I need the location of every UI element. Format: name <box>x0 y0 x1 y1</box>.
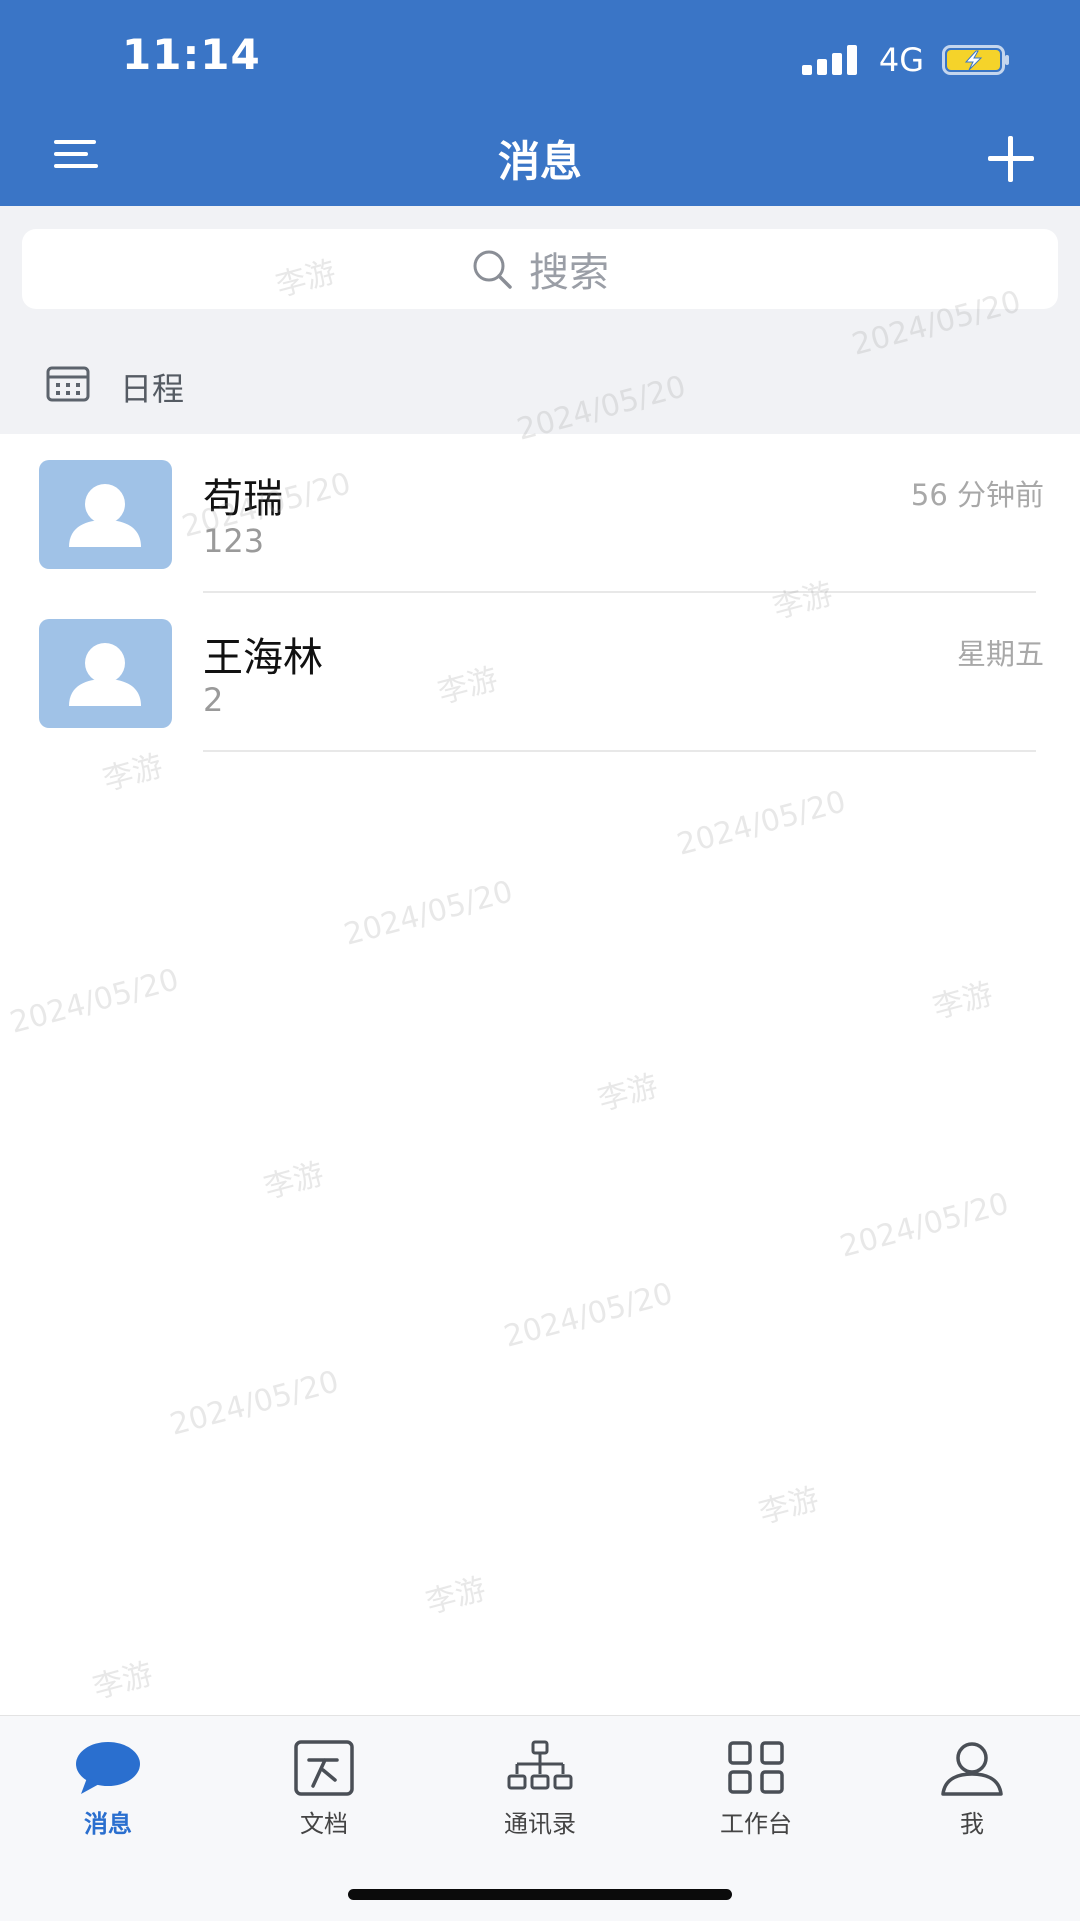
grid-icon <box>728 1741 784 1794</box>
chat-time: 56 分钟前 <box>910 478 1044 512</box>
chat-name: 王海林 <box>203 635 323 681</box>
watermark-date: 2024/05/20 <box>673 784 850 863</box>
tab-label: 文档 <box>300 1810 348 1838</box>
chat-list-item[interactable]: 苟瑞 123 56 分钟前 <box>0 434 1080 593</box>
watermark-date: 2024/05/20 <box>6 962 183 1041</box>
calendar-icon <box>46 366 90 402</box>
chat-preview: 123 <box>203 522 265 560</box>
tab-label: 工作台 <box>720 1810 792 1838</box>
search-placeholder: 搜索 <box>529 250 609 296</box>
add-icon[interactable] <box>984 132 1038 186</box>
tab-me[interactable]: 我 <box>902 1738 1042 1838</box>
search-bar[interactable]: 搜索 <box>22 229 1058 309</box>
chat-bubble-icon <box>76 1742 140 1794</box>
tab-contacts[interactable]: 通讯录 <box>470 1738 610 1838</box>
status-time: 11:14 <box>122 30 261 79</box>
chat-name: 苟瑞 <box>203 476 283 522</box>
schedule-label: 日程 <box>120 370 185 408</box>
org-chart-icon <box>507 1740 573 1790</box>
tab-label: 消息 <box>84 1810 132 1838</box>
default-avatar-icon <box>69 643 141 706</box>
tab-documents[interactable]: 文档 <box>254 1738 394 1838</box>
network-type: 4G <box>878 41 924 79</box>
tab-label: 通讯录 <box>504 1810 576 1838</box>
watermark-name: 李游 <box>594 1068 662 1119</box>
home-indicator <box>348 1889 732 1900</box>
person-icon <box>941 1742 1003 1796</box>
tab-workbench[interactable]: 工作台 <box>686 1738 826 1838</box>
divider <box>203 750 1036 752</box>
page-title: 消息 <box>497 137 582 186</box>
avatar <box>39 460 172 569</box>
chat-preview: 2 <box>203 681 224 719</box>
watermark-name: 李游 <box>929 976 997 1027</box>
tab-label: 我 <box>960 1810 984 1838</box>
default-avatar-icon <box>69 484 141 547</box>
signal-icon <box>801 45 857 75</box>
chat-time: 星期五 <box>956 637 1044 671</box>
watermark-name: 李游 <box>755 1481 823 1532</box>
chat-list-item[interactable]: 王海林 2 星期五 <box>0 593 1080 752</box>
top-bar: 11:14 4G 消息 <box>0 0 1080 206</box>
watermark-name: 李游 <box>89 1656 157 1707</box>
tab-messages[interactable]: 消息 <box>38 1738 178 1838</box>
search-icon <box>473 250 512 289</box>
watermark-date: 2024/05/20 <box>836 1186 1013 1265</box>
battery-charging-icon <box>942 45 1009 75</box>
document-icon <box>294 1740 354 1796</box>
watermark-date: 2024/05/20 <box>166 1364 343 1443</box>
watermark-date: 2024/05/20 <box>340 874 517 953</box>
avatar <box>39 619 172 728</box>
status-icons: 4G <box>801 40 1010 80</box>
watermark-name: 李游 <box>260 1156 328 1207</box>
watermark-date: 2024/05/20 <box>500 1276 677 1355</box>
watermark-name: 李游 <box>422 1571 490 1622</box>
